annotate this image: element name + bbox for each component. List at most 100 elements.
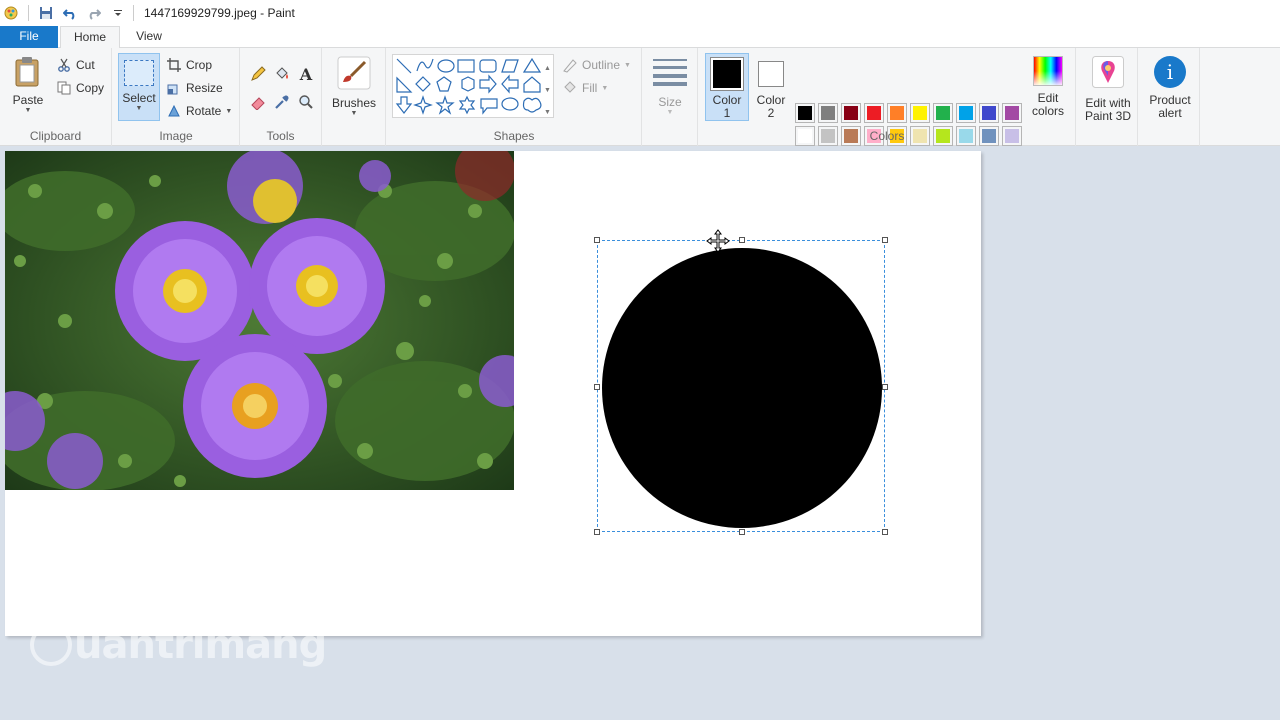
resize-handle-se[interactable] <box>882 529 888 535</box>
product-alert-label-2: alert <box>1158 106 1182 120</box>
resize-handle-s[interactable] <box>739 529 745 535</box>
size-group: Size ▼ <box>642 48 698 146</box>
outline-dropdown-arrow: ▼ <box>624 61 631 69</box>
copy-button[interactable]: Copy <box>56 80 104 96</box>
fill-icon <box>562 80 578 96</box>
product-alert-group: i Product alert <box>1138 48 1200 146</box>
brushes-button[interactable]: Brushes ▼ <box>330 56 378 117</box>
palette-swatch[interactable] <box>818 103 838 123</box>
palette-swatch-fill <box>982 106 996 120</box>
window-title: 1447169929799.jpeg - Paint <box>144 6 295 20</box>
tab-view[interactable]: View <box>124 26 174 48</box>
tools-group: A Tools <box>240 48 322 146</box>
watermark-text: uantrimang <box>74 622 327 668</box>
palette-swatch[interactable] <box>1002 103 1022 123</box>
palette-swatch[interactable] <box>864 103 884 123</box>
colors-group-label: Colors <box>869 129 905 143</box>
rotate-button[interactable]: Rotate ▼ <box>166 103 232 119</box>
palette-swatch-fill <box>959 106 973 120</box>
aster-flowers-image <box>5 151 514 490</box>
outline-button[interactable]: Outline ▼ <box>562 57 631 73</box>
cut-label: Cut <box>76 58 95 72</box>
pencil-icon[interactable] <box>250 66 266 82</box>
outline-icon <box>562 57 578 73</box>
brushes-group: Brushes ▼ <box>322 48 386 146</box>
size-dropdown-arrow: ▼ <box>666 109 674 116</box>
resize-handle-e[interactable] <box>882 384 888 390</box>
edit-colors-label-2: colors <box>1031 104 1064 118</box>
resize-handle-sw[interactable] <box>594 529 600 535</box>
fill-dropdown-arrow: ▼ <box>601 84 609 92</box>
color1-swatch <box>710 57 744 91</box>
ribbon-tabs: File Home View <box>0 26 1280 49</box>
shapes-gallery-icons <box>395 57 542 115</box>
magnifier-icon[interactable] <box>298 94 314 110</box>
tab-home[interactable]: Home <box>60 26 120 49</box>
palette-swatch[interactable] <box>933 103 953 123</box>
palette-swatch-fill <box>913 106 927 120</box>
palette-swatch-fill <box>890 106 904 120</box>
rotate-dropdown-arrow: ▼ <box>225 107 233 115</box>
quick-access-toolbar <box>0 4 127 22</box>
color-picker-icon[interactable] <box>274 94 290 110</box>
fill-button[interactable]: Fill ▼ <box>562 80 608 96</box>
scissors-icon <box>56 57 72 73</box>
palette-swatch[interactable] <box>795 103 815 123</box>
paste-label: Paste <box>12 93 44 107</box>
shapes-scroll[interactable]: ▲ ▼ ▼ <box>544 58 551 124</box>
resize-button[interactable]: Resize <box>166 80 223 96</box>
crop-icon <box>166 57 182 73</box>
select-dropdown-arrow: ▼ <box>135 105 143 112</box>
info-icon: i <box>1154 56 1186 88</box>
paint-app-icon[interactable] <box>2 4 20 22</box>
crop-label: Crop <box>186 58 213 72</box>
palette-swatch[interactable] <box>956 103 976 123</box>
selection-rectangle[interactable] <box>594 229 888 535</box>
paste-button[interactable]: Paste ▼ <box>8 56 48 114</box>
black-circle-shape <box>602 248 882 528</box>
eraser-icon[interactable] <box>250 94 266 110</box>
edit-colors-button[interactable]: Edit colors <box>1026 56 1070 118</box>
undo-icon[interactable] <box>61 4 79 22</box>
size-label: Size <box>658 95 682 109</box>
palette-swatch[interactable] <box>841 103 861 123</box>
resize-handle-ne[interactable] <box>882 237 888 243</box>
text-tool-icon[interactable]: A <box>298 65 314 84</box>
palette-swatch[interactable] <box>910 103 930 123</box>
tools-group-label: Tools <box>266 129 295 143</box>
cut-button[interactable]: Cut <box>56 57 95 73</box>
save-icon[interactable] <box>37 4 55 22</box>
drawing-canvas[interactable] <box>5 151 981 636</box>
clipboard-group: Paste ▼ Cut Copy Clipboard <box>0 48 112 146</box>
brush-icon <box>330 56 378 93</box>
resize-handle-nw[interactable] <box>594 237 600 243</box>
outline-label: Outline <box>582 58 621 72</box>
palette-swatch[interactable] <box>979 103 999 123</box>
paste-dropdown-arrow: ▼ <box>24 107 32 114</box>
palette-swatch-fill <box>936 106 950 120</box>
tab-file[interactable]: File <box>0 26 58 48</box>
brushes-dropdown-arrow: ▼ <box>350 110 358 117</box>
fill-bucket-icon[interactable] <box>274 66 290 82</box>
resize-icon <box>166 80 182 96</box>
edit-with-paint3d-button[interactable]: Edit with Paint 3D <box>1080 56 1136 123</box>
crop-button[interactable]: Crop <box>166 57 212 73</box>
palette-swatch-fill <box>798 106 812 120</box>
palette-swatch-fill <box>867 106 881 120</box>
color1-button[interactable]: Color 1 <box>705 53 749 121</box>
product-alert-button[interactable]: i Product alert <box>1142 56 1198 120</box>
edit-colors-icon <box>1033 56 1063 86</box>
watermark-icon <box>30 624 72 666</box>
workspace[interactable]: uantrimang <box>0 146 1280 720</box>
select-button[interactable]: Select ▼ <box>118 53 160 121</box>
redo-icon[interactable] <box>85 4 103 22</box>
resize-handle-w[interactable] <box>594 384 600 390</box>
size-button[interactable]: Size ▼ <box>650 56 690 116</box>
title-bar: 1447169929799.jpeg - Paint <box>0 0 1280 26</box>
palette-swatch[interactable] <box>887 103 907 123</box>
resize-handle-n[interactable] <box>739 237 745 243</box>
palette-swatch-fill <box>844 106 858 120</box>
select-label: Select <box>122 91 156 105</box>
color2-button[interactable]: Color 2 <box>750 53 792 120</box>
customize-qat-icon[interactable] <box>109 4 127 22</box>
